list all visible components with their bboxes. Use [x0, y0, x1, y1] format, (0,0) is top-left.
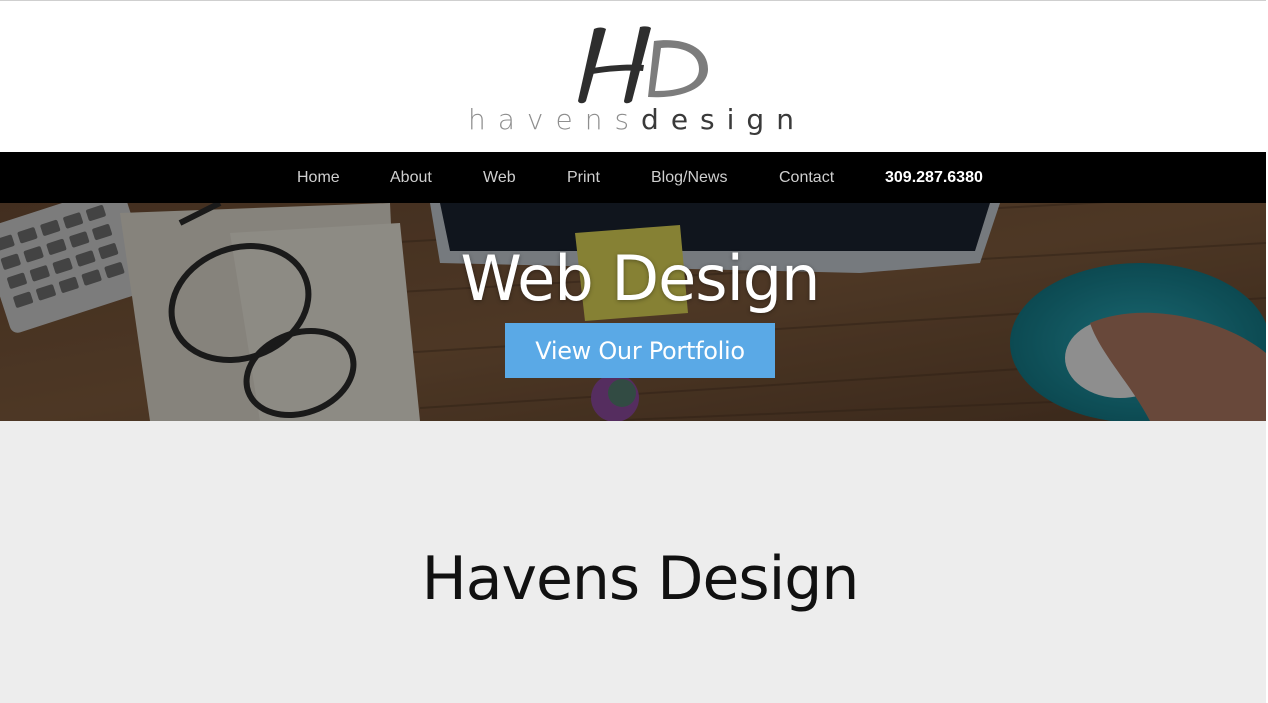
- nav-item-home[interactable]: Home: [297, 152, 340, 203]
- site-header: havensdesign HD: [0, 0, 1266, 152]
- nav-item-web[interactable]: Web: [483, 152, 516, 203]
- section-title: Havens Design: [421, 544, 860, 614]
- hero-banner: Web Design View Our Portfolio: [0, 203, 1266, 421]
- hero-title: Web Design: [460, 242, 821, 315]
- main-nav: Home About Web Print Blog/News Contact 3…: [0, 152, 1266, 203]
- nav-item-print[interactable]: Print: [567, 152, 600, 203]
- havens-design-logo[interactable]: havensdesign HD: [468, 23, 814, 136]
- view-portfolio-button[interactable]: View Our Portfolio: [505, 323, 775, 378]
- logo-wordmark-havens: havens: [468, 103, 642, 136]
- logo-wordmark: havensdesign: [468, 103, 814, 137]
- nav-item-about[interactable]: About: [390, 152, 432, 203]
- nav-item-contact[interactable]: Contact: [779, 152, 834, 203]
- phone-number-link[interactable]: 309.287.6380: [885, 152, 983, 203]
- nav-item-blog-news[interactable]: Blog/News: [651, 152, 727, 203]
- page: havensdesign HD Home About Web Print Blo…: [0, 0, 1268, 703]
- intro-section: Havens Design: [0, 421, 1268, 703]
- logo-wordmark-design: design: [641, 103, 806, 136]
